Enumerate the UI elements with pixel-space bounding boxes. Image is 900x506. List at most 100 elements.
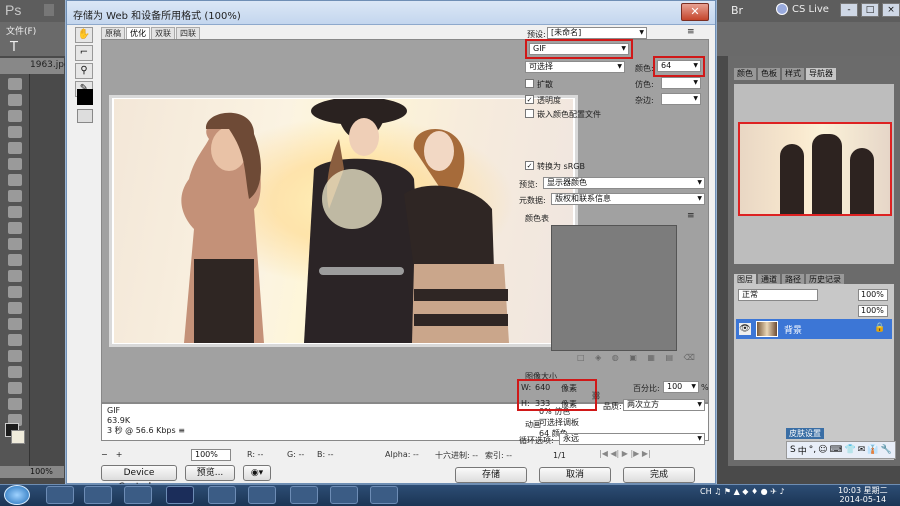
convert-srgb-checkbox[interactable]: ✓ [525, 161, 534, 170]
link-icon[interactable]: ⛓ [591, 391, 601, 400]
taskbar-photoshop-icon[interactable] [166, 486, 194, 504]
transparency-checkbox[interactable]: ✓ [525, 95, 534, 104]
dither-checkbox[interactable] [525, 79, 534, 88]
gradient-tool-icon[interactable] [8, 254, 22, 266]
device-central-button[interactable]: Device Central... [101, 465, 177, 492]
metadata-select[interactable]: 版权和联系信息 [551, 193, 705, 205]
quality-select[interactable]: 两次立方 [623, 399, 705, 411]
tab-styles[interactable]: 样式 [782, 68, 804, 80]
zoom-icon[interactable]: ⚲ [75, 63, 93, 79]
taskbar-image-icon[interactable] [370, 486, 398, 504]
height-value[interactable]: 333 [535, 399, 550, 408]
crop-tool-icon[interactable] [8, 142, 22, 154]
taskbar-explorer-icon[interactable] [46, 486, 74, 504]
healing-tool-icon[interactable] [8, 174, 22, 186]
shape-tool-icon[interactable] [8, 350, 22, 362]
3d-rotate-tool-icon[interactable] [8, 366, 22, 378]
3d-orbit-tool-icon[interactable] [8, 382, 22, 394]
background-color-swatch[interactable] [11, 430, 25, 444]
taskbar-360-browser-icon[interactable] [330, 486, 358, 504]
download-menu-icon[interactable]: ≡ [178, 426, 185, 435]
toggle-slices-icon[interactable] [77, 109, 93, 123]
blend-mode-select[interactable]: 正常 [738, 289, 818, 301]
embed-profile-checkbox[interactable] [525, 109, 534, 118]
save-button[interactable]: 存储 [455, 467, 527, 483]
done-button[interactable]: 完成 [623, 467, 695, 483]
maximize-button[interactable]: □ [861, 3, 879, 17]
layer-row-background[interactable]: 👁 背景 🔒 [736, 319, 892, 339]
ime-emoji-icon[interactable]: ☺ [818, 445, 827, 455]
eraser-tool-icon[interactable] [8, 238, 22, 250]
move-tool-icon[interactable] [8, 78, 22, 90]
ime-logo-icon[interactable]: S [790, 445, 796, 455]
minimize-button[interactable]: - [840, 3, 858, 17]
tab-swatches[interactable]: 色板 [758, 68, 780, 80]
tab-optimized[interactable]: 优化 [126, 27, 150, 39]
tab-navigator[interactable]: 导航器 [806, 68, 836, 80]
ime-skin-setting[interactable]: 皮肤设置 [786, 428, 824, 439]
tab-original[interactable]: 原稿 [101, 27, 125, 39]
reduction-select[interactable]: 可选择 [525, 61, 625, 73]
photoshop-menu-icon[interactable] [44, 4, 54, 16]
navigator-thumbnail[interactable] [738, 122, 892, 216]
browser-preview-button[interactable]: ◉▾ [243, 465, 271, 481]
brush-tool-icon[interactable] [8, 190, 22, 202]
loop-select[interactable]: 永远 [559, 433, 705, 445]
ime-skin-icon[interactable]: 👕 [845, 445, 856, 455]
color-table[interactable] [551, 225, 677, 351]
bridge-button[interactable]: Br [731, 4, 743, 17]
ime-settings-icon[interactable]: 🔧 [880, 445, 891, 455]
colors-select[interactable]: 64 [657, 60, 701, 72]
zoom-minus-button[interactable]: − [101, 450, 108, 459]
menu-file[interactable]: 文件(F) [6, 24, 36, 37]
preview-photo[interactable] [114, 99, 573, 343]
taskbar-360-icon[interactable] [248, 486, 276, 504]
ime-keyboard-icon[interactable]: ⌨ [830, 445, 843, 455]
pen-tool-icon[interactable] [8, 302, 22, 314]
dialog-close-button[interactable]: ✕ [681, 3, 709, 21]
zoom-plus-button[interactable]: + [116, 450, 123, 459]
dither-select[interactable] [661, 77, 701, 89]
ime-chinese-mode[interactable]: 中 [798, 444, 807, 457]
taskbar-clock[interactable]: 10:03 星期二 2014-05-14 [838, 486, 888, 504]
eyedropper-tool-icon[interactable] [8, 158, 22, 170]
color-table-icons[interactable]: □ ◈ ◍ ▣ ▦ ▤ ⌫ [577, 353, 699, 362]
preview-button[interactable]: 预览... [185, 465, 235, 481]
ime-mail-icon[interactable]: ✉ [858, 445, 866, 455]
slice-select-icon[interactable]: ⌐ [75, 45, 93, 61]
tab-2-up[interactable]: 双联 [151, 27, 175, 39]
eyedropper-color-swatch[interactable] [77, 89, 93, 105]
format-select[interactable]: GIF [529, 43, 629, 55]
ime-punct-icon[interactable]: °, [809, 445, 816, 455]
color-table-menu-icon[interactable]: ≡ [687, 211, 695, 221]
history-brush-icon[interactable] [8, 222, 22, 234]
taskbar-app-icon[interactable] [124, 486, 152, 504]
taskbar-maxthon-icon[interactable] [208, 486, 236, 504]
preview-select[interactable]: 显示器颜色 [543, 177, 705, 189]
opacity-field[interactable]: 100% [858, 289, 888, 301]
marquee-tool-icon[interactable] [8, 94, 22, 106]
system-tray[interactable]: CH ♫ ⚑ ▲ ◆ ♦ ● ✈ ♪ [700, 487, 785, 496]
document-tab[interactable]: 1963.jpg [30, 60, 70, 70]
optimize-menu-icon[interactable]: ≡ [687, 27, 695, 37]
path-select-tool-icon[interactable] [8, 334, 22, 346]
tab-color[interactable]: 颜色 [734, 68, 756, 80]
percent-field[interactable]: 100 [663, 381, 699, 393]
preset-select[interactable]: [未命名] [547, 27, 647, 39]
cancel-button[interactable]: 取消 [539, 467, 611, 483]
animation-controls[interactable]: |◀ ◀| ▶ |▶ ▶| [599, 449, 651, 458]
cs-live-button[interactable]: CS Live [776, 3, 829, 15]
taskbar-browser-icon[interactable] [84, 486, 112, 504]
type-tool-icon[interactable]: T [10, 40, 18, 55]
type-tool-icon-2[interactable] [8, 318, 22, 330]
lasso-tool-icon[interactable] [8, 110, 22, 122]
blur-tool-icon[interactable] [8, 270, 22, 282]
hand-icon[interactable]: ✋ [75, 27, 93, 43]
stamp-tool-icon[interactable] [8, 206, 22, 218]
zoom-select[interactable]: 100% [191, 449, 231, 461]
quick-select-tool-icon[interactable] [8, 126, 22, 138]
close-button[interactable]: × [882, 3, 900, 17]
tab-4-up[interactable]: 四联 [176, 27, 200, 39]
matte-select[interactable] [661, 93, 701, 105]
eye-icon[interactable]: 👁 [739, 323, 751, 335]
